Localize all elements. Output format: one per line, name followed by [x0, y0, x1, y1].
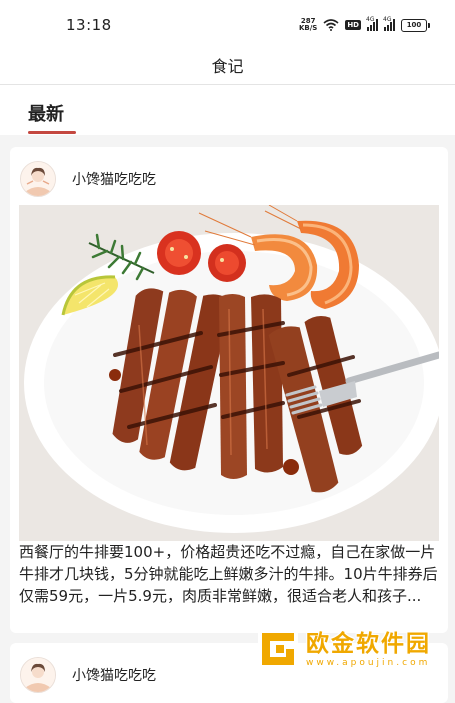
- post-text[interactable]: 西餐厅的牛排要100+，价格超贵还吃不过瘾，自己在家做一片牛排才几块钱，5分钟就…: [19, 541, 440, 607]
- steak-plate-photo[interactable]: [19, 205, 439, 541]
- watermark-logo-icon: [256, 627, 300, 671]
- signal-strength-icon-2: 4G: [383, 16, 395, 31]
- watermark-url: www.apoujin.com: [306, 657, 431, 668]
- status-bar: 13:18 287 KB/S HD 4G 4G 100: [0, 0, 455, 44]
- site-watermark: 欧金软件园 www.apoujin.com: [256, 625, 455, 673]
- tab-latest[interactable]: 最新: [28, 100, 64, 126]
- post-card[interactable]: 小馋猫吃吃吃 西餐厅的牛排要100+，价格超贵还吃不过瘾，自己在家做一片牛排才几…: [10, 147, 448, 633]
- network-speed-unit: KB/S: [298, 24, 318, 32]
- signal-network-label: 4G: [366, 16, 375, 23]
- post-author-row[interactable]: 小馋猫吃吃吃: [10, 147, 448, 205]
- avatar[interactable]: [20, 161, 56, 197]
- wifi-icon: [323, 16, 339, 35]
- tab-active-indicator: [28, 131, 76, 134]
- watermark-text: 欧金软件园 www.apoujin.com: [306, 630, 431, 669]
- watermark-title: 欧金软件园: [306, 630, 431, 657]
- post-author-name-2[interactable]: 小馋猫吃吃吃: [72, 665, 156, 685]
- page-title: 食记: [211, 57, 244, 76]
- network-speed-indicator: 287 KB/S: [299, 18, 317, 32]
- signal-strength-icon: 4G: [366, 16, 378, 31]
- title-bar: 食记: [0, 44, 455, 85]
- avatar-2[interactable]: [20, 657, 56, 693]
- status-icons: 287 KB/S HD 4G 4G 100: [299, 16, 430, 35]
- tab-bar: 最新: [0, 85, 455, 135]
- hd-badge: HD: [345, 20, 361, 30]
- status-time: 13:18: [66, 16, 112, 34]
- post-author-name[interactable]: 小馋猫吃吃吃: [72, 169, 156, 189]
- battery-icon: 100: [401, 18, 430, 32]
- signal-network-label-2: 4G: [383, 16, 392, 23]
